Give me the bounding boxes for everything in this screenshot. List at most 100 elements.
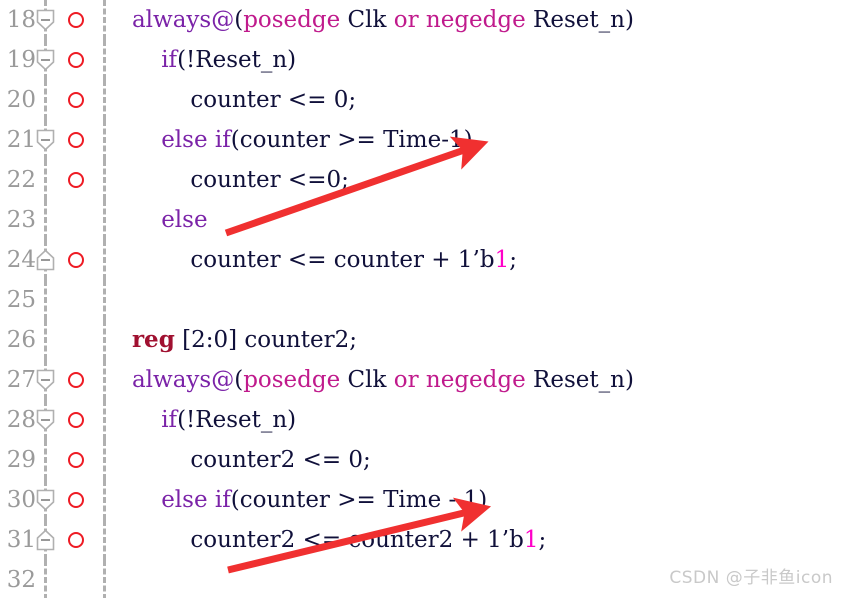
breakpoint-icon[interactable] <box>68 132 84 148</box>
gutter-row: 19 <box>0 40 110 80</box>
gutter-separator-rail <box>103 80 106 120</box>
breakpoint-icon[interactable] <box>68 92 84 108</box>
gutter-separator-rail <box>103 240 106 280</box>
code-token-id: [2:0] counter2; <box>174 327 357 353</box>
fold-collapse-icon[interactable] <box>36 9 55 31</box>
code-line[interactable]: counter <= counter + 1’b1; <box>110 240 847 280</box>
code-token-type: reg <box>131 326 175 353</box>
code-line[interactable]: always@(posedge Clk or negedge Reset_n) <box>110 360 847 400</box>
gutter-row: 32 <box>0 560 110 598</box>
code-text-area[interactable]: always@(posedge Clk or negedge Reset_n) … <box>110 0 847 598</box>
gutter-separator-rail <box>103 160 106 200</box>
code-token-id <box>419 367 426 393</box>
breakpoint-icon[interactable] <box>68 12 84 28</box>
breakpoint-icon[interactable] <box>68 412 84 428</box>
gutter-separator-rail <box>103 280 106 320</box>
code-token-id: counter2 <= counter2 + 1 <box>190 527 502 553</box>
gutter-row: 21 <box>0 120 110 160</box>
line-number: 21 <box>6 127 36 153</box>
line-number: 28 <box>6 407 36 433</box>
breakpoint-icon[interactable] <box>68 52 84 68</box>
code-line[interactable]: if(!Reset_n) <box>110 400 847 440</box>
code-line[interactable] <box>110 280 847 320</box>
code-token-punct: ( <box>234 367 244 393</box>
gutter-row: 23 <box>0 200 110 240</box>
code-line[interactable]: counter2 <= counter2 + 1’b1; <box>110 520 847 560</box>
breakpoint-icon[interactable] <box>68 372 84 388</box>
fold-rail <box>44 160 47 200</box>
editor-gutter: 18 19 20 21 22 23 24 25 26 27 28 29 30 31 32 <box>0 0 110 598</box>
gutter-row: 20 <box>0 80 110 120</box>
breakpoint-icon[interactable] <box>68 532 84 548</box>
code-token-id: Clk <box>340 7 394 33</box>
fold-collapse-icon[interactable] <box>36 489 55 511</box>
code-token-id: (!Reset_n) <box>177 47 297 73</box>
code-token-id: Clk <box>340 367 394 393</box>
code-line[interactable]: if(!Reset_n) <box>110 40 847 80</box>
gutter-separator-rail <box>103 200 106 240</box>
breakpoint-icon[interactable] <box>68 172 84 188</box>
code-token-id: (counter >= Time-1) <box>230 127 473 153</box>
fold-rail <box>44 560 47 598</box>
code-token-num: 1 <box>523 527 539 553</box>
line-number: 26 <box>6 327 36 353</box>
fold-collapse-icon[interactable] <box>36 369 55 391</box>
fold-collapse-icon[interactable] <box>36 49 55 71</box>
code-token-kw2: posedge <box>243 7 341 33</box>
code-token-id: Reset_n) <box>525 7 634 33</box>
csdn-watermark: CSDN @子非鱼icon <box>669 568 833 588</box>
fold-rail <box>44 440 47 480</box>
code-token-punct: ( <box>234 7 244 33</box>
code-line[interactable]: always@(posedge Clk or negedge Reset_n) <box>110 0 847 40</box>
code-token-id: counter <= 0; <box>190 87 357 113</box>
fold-rail <box>44 280 47 320</box>
gutter-separator-rail <box>103 560 106 598</box>
code-token-kw: if <box>161 47 178 73</box>
fold-end-icon[interactable] <box>36 529 55 551</box>
line-number: 32 <box>6 567 36 593</box>
code-line[interactable]: counter <= 0; <box>110 80 847 120</box>
gutter-row: 26 <box>0 320 110 360</box>
code-line[interactable]: counter <=0; <box>110 160 847 200</box>
code-line[interactable]: else if(counter >= Time-1) <box>110 120 847 160</box>
fold-collapse-icon[interactable] <box>36 129 55 151</box>
fold-rail <box>44 200 47 240</box>
code-line[interactable]: reg [2:0] counter2; <box>110 320 847 360</box>
code-token-id: Reset_n) <box>525 367 634 393</box>
gutter-row: 25 <box>0 280 110 320</box>
line-number: 31 <box>6 527 36 553</box>
code-editor-screenshot: 18 19 20 21 22 23 24 25 26 27 28 29 30 31 32 always@(p… <box>0 0 847 598</box>
gutter-separator-rail <box>103 520 106 560</box>
breakpoint-icon[interactable] <box>68 492 84 508</box>
code-token-kw2: negedge <box>425 367 526 393</box>
code-line[interactable]: else <box>110 200 847 240</box>
code-token-id <box>419 7 426 33</box>
line-number: 27 <box>6 367 36 393</box>
code-token-kw: else <box>161 207 208 233</box>
breakpoint-icon[interactable] <box>68 452 84 468</box>
fold-collapse-icon[interactable] <box>36 409 55 431</box>
line-number: 18 <box>6 7 36 33</box>
code-line[interactable]: else if(counter >= Time - 1) <box>110 480 847 520</box>
line-number: 30 <box>6 487 36 513</box>
gutter-row: 27 <box>0 360 110 400</box>
gutter-separator-rail <box>103 360 106 400</box>
gutter-row: 22 <box>0 160 110 200</box>
code-line[interactable]: counter2 <= 0; <box>110 440 847 480</box>
breakpoint-icon[interactable] <box>68 252 84 268</box>
code-token-id: counter <= counter + 1 <box>190 247 473 273</box>
fold-end-icon[interactable] <box>36 249 55 271</box>
line-number: 19 <box>6 47 36 73</box>
code-token-kw2: or <box>393 367 419 393</box>
code-token-kw2: negedge <box>425 7 526 33</box>
gutter-separator-rail <box>103 320 106 360</box>
gutter-separator-rail <box>103 480 106 520</box>
code-token-kw: else if <box>161 127 231 153</box>
